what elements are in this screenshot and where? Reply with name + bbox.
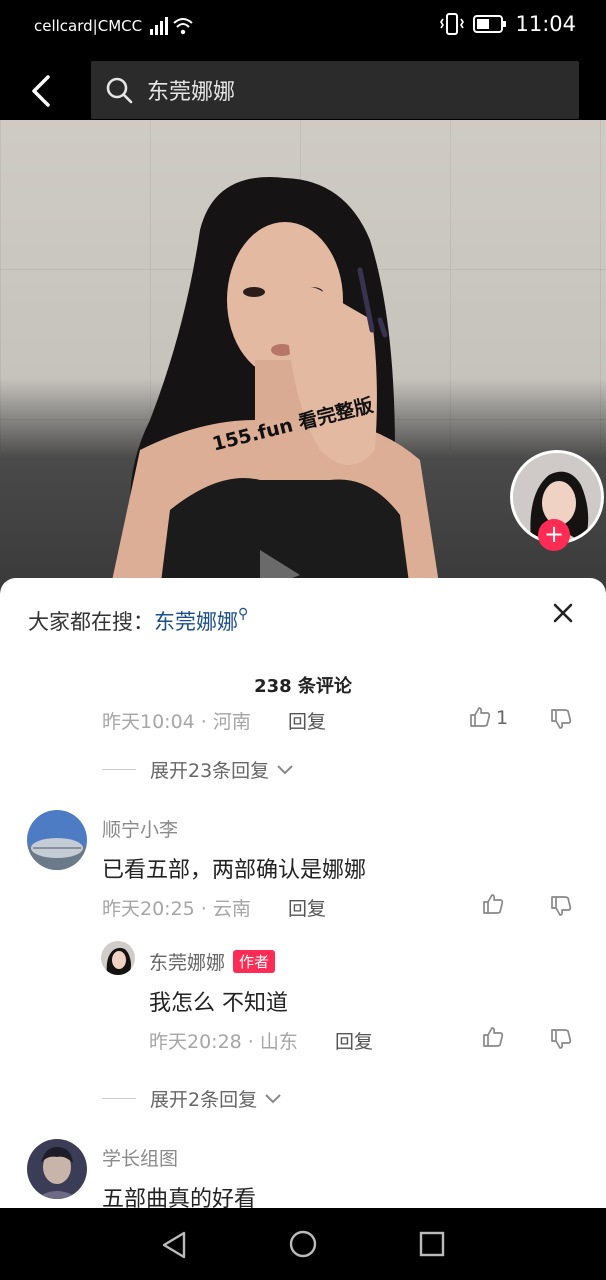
comments-panel: 大家都在搜：东莞娜娜⚲ 238 条评论 昨天10:04 · 河南 回复 1 展开… xyxy=(0,578,606,1208)
search-header: 东莞娜娜 xyxy=(0,52,606,120)
author-avatar-image xyxy=(101,941,135,975)
expand-replies-label: 展开2条回复 xyxy=(150,1089,258,1111)
expand-replies-button[interactable]: 展开23条回复 xyxy=(102,756,295,783)
reply-text: 我怎么 不知道 xyxy=(149,991,288,1016)
nav-home-icon[interactable] xyxy=(288,1229,318,1259)
comment-username[interactable]: 顺宁小李 xyxy=(102,815,178,842)
expand-replies-label: 展开23条回复 xyxy=(150,760,270,782)
status-bar: cellcard|CMCC 11:04 xyxy=(0,0,606,52)
comment-meta: 昨天10:04 · 河南 xyxy=(102,711,251,733)
hot-search-label: 大家都在搜： xyxy=(28,610,154,634)
expand-replies-button[interactable]: 展开2条回复 xyxy=(102,1085,283,1112)
reply-username-text: 东莞娜娜 xyxy=(149,952,226,974)
carrier-label: cellcard|CMCC xyxy=(34,17,143,35)
nav-recents-icon[interactable] xyxy=(419,1231,445,1257)
vibrate-icon xyxy=(440,13,465,35)
hot-search-row[interactable]: 大家都在搜：东莞娜娜⚲ xyxy=(28,606,248,636)
close-icon[interactable] xyxy=(552,602,574,624)
follow-plus-button[interactable]: + xyxy=(538,519,570,551)
chevron-down-icon xyxy=(277,764,293,774)
reply-button[interactable]: 回复 xyxy=(288,707,326,734)
comment-count: 238 条评论 xyxy=(254,676,352,697)
search-icon xyxy=(106,77,133,104)
avatar[interactable] xyxy=(27,810,87,870)
hot-search-term[interactable]: 东莞娜娜 xyxy=(154,610,238,634)
system-nav-bar xyxy=(0,1208,606,1280)
dislike-icon[interactable] xyxy=(549,707,573,731)
reply-button[interactable]: 回复 xyxy=(288,894,326,921)
search-box[interactable]: 东莞娜娜 xyxy=(91,61,579,119)
dislike-icon[interactable] xyxy=(549,1027,573,1051)
hot-search-icon: ⚲ xyxy=(238,606,249,622)
nav-back-icon[interactable] xyxy=(160,1230,188,1260)
like-icon[interactable] xyxy=(481,1025,505,1049)
comment-text: 五部曲真的好看 xyxy=(102,1187,257,1208)
back-arrow-icon[interactable] xyxy=(26,74,56,108)
dislike-icon[interactable] xyxy=(549,894,573,918)
avatar[interactable] xyxy=(101,941,135,975)
comment-meta: 昨天20:25 · 云南 xyxy=(102,898,251,920)
reply-button[interactable]: 回复 xyxy=(335,1027,373,1054)
search-query: 东莞娜娜 xyxy=(147,80,236,105)
stadium-avatar-image xyxy=(27,810,87,870)
comment-username[interactable]: 学长组图 xyxy=(102,1144,178,1171)
divider xyxy=(102,769,136,770)
chevron-down-icon xyxy=(265,1093,281,1103)
like-icon[interactable] xyxy=(481,892,505,916)
reply-meta: 昨天20:28 · 山东 xyxy=(149,1031,298,1053)
author-badge: 作者 xyxy=(233,950,276,973)
reply-username[interactable]: 东莞娜娜 作者 xyxy=(149,948,276,975)
avatar[interactable] xyxy=(27,1139,87,1199)
like-count: 1 xyxy=(496,707,509,729)
clock: 11:04 xyxy=(515,12,576,36)
comment-text: 已看五部，两部确认是娜娜 xyxy=(102,858,367,883)
user-avatar-image xyxy=(27,1139,87,1199)
battery-icon xyxy=(473,15,507,33)
divider xyxy=(102,1098,136,1099)
signal-wifi-icon xyxy=(150,17,193,35)
like-icon[interactable] xyxy=(468,705,492,729)
